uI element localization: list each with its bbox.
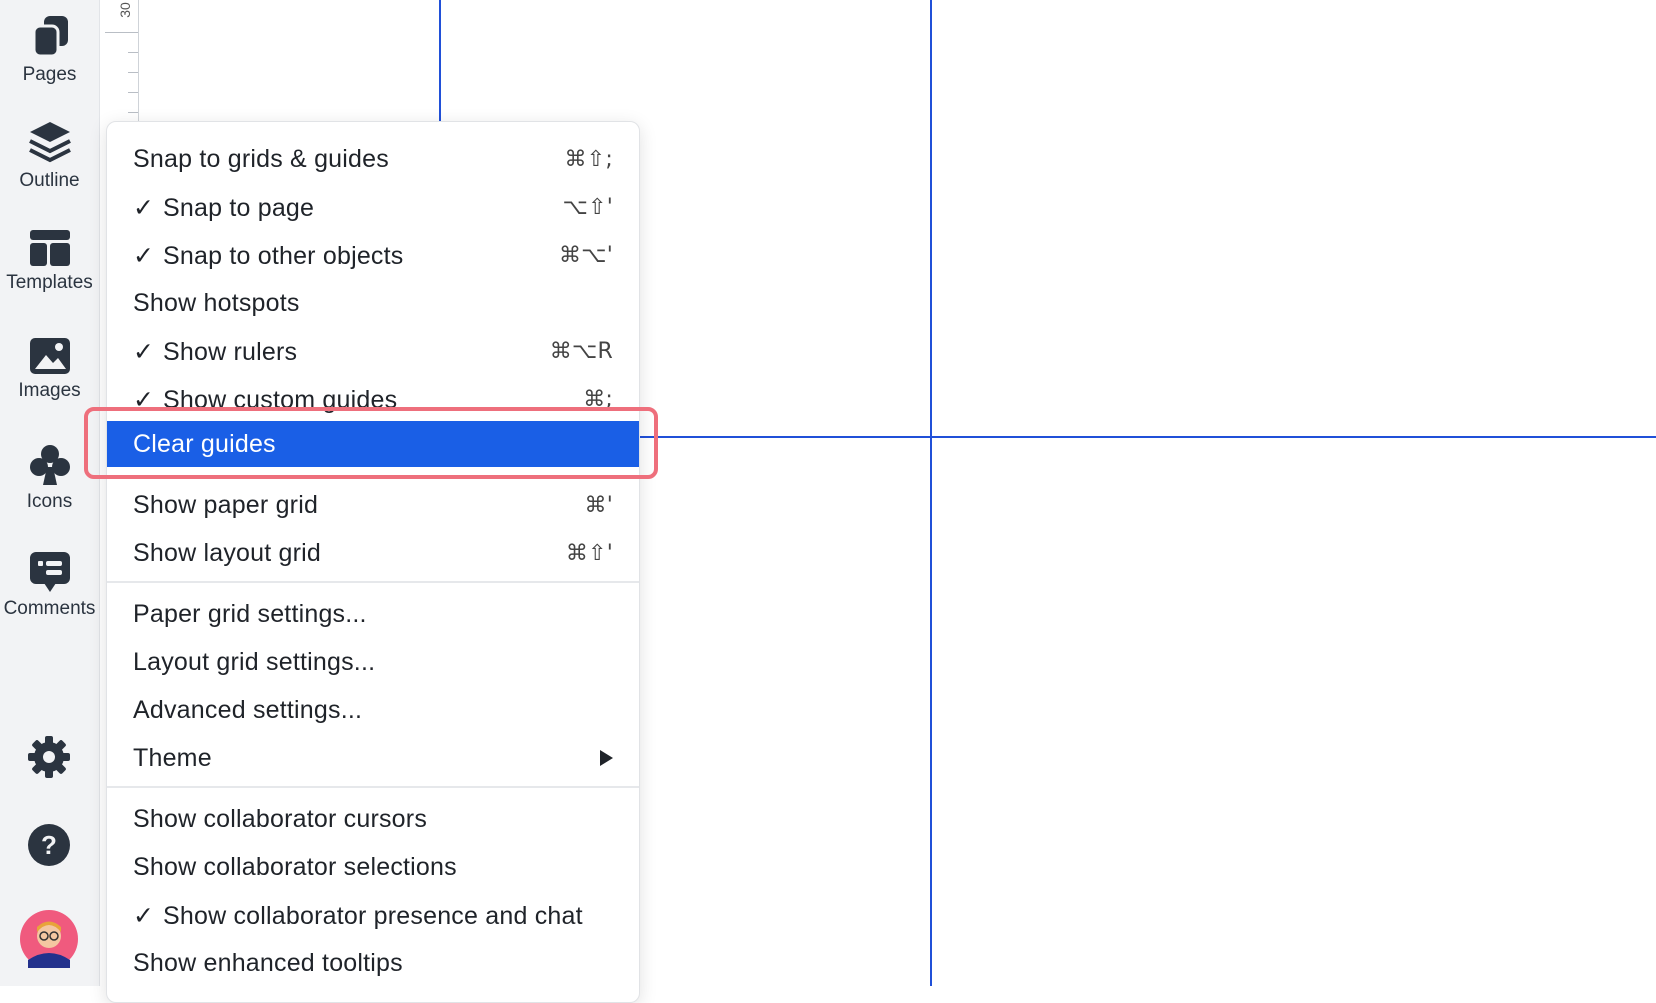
checkmark-icon: ✓ xyxy=(133,902,155,930)
menu-item-label: Clear guides xyxy=(133,430,276,458)
sidebar-item-outline[interactable]: Outline xyxy=(0,120,99,192)
vertical-guide[interactable] xyxy=(930,0,932,986)
menu-item-layout-grid-settings[interactable]: Layout grid settings... xyxy=(107,639,639,685)
menu-item-shortcut: ⌘⌥' xyxy=(559,243,613,268)
menu-item-label: Show collaborator presence and chat xyxy=(163,902,583,930)
menu-item-advanced-settings[interactable]: Advanced settings... xyxy=(107,687,639,733)
menu-item-label: Show custom guides xyxy=(163,386,398,414)
ruler-tick xyxy=(128,92,138,93)
ruler-label: 30 xyxy=(117,2,133,18)
sidebar-item-comments[interactable]: Comments xyxy=(0,550,99,620)
menu-item-show-layout-grid[interactable]: Show layout grid ⌘⇧' xyxy=(107,530,639,576)
menu-item-label: Snap to other objects xyxy=(163,242,404,270)
club-icon xyxy=(29,445,70,485)
menu-item-show-paper-grid[interactable]: Show paper grid ⌘' xyxy=(107,482,639,528)
checkmark-icon: ✓ xyxy=(133,386,155,414)
menu-item-label: Advanced settings... xyxy=(133,696,363,724)
menu-separator xyxy=(107,581,639,583)
sidebar-item-label: Icons xyxy=(26,491,73,512)
menu-item-shortcut: ⌘⇧; xyxy=(564,147,613,172)
menu-item-label: Layout grid settings... xyxy=(133,648,376,676)
horizontal-guide[interactable] xyxy=(638,436,1656,438)
menu-item-clear-guides[interactable]: Clear guides xyxy=(107,421,639,467)
sidebar-item-templates[interactable]: Templates xyxy=(0,228,99,294)
sidebar-item-label: Pages xyxy=(22,64,77,85)
pages-icon xyxy=(32,16,68,58)
menu-item-show-rulers[interactable]: ✓ Show rulers ⌘⌥R xyxy=(107,328,639,374)
menu-item-snap-to-other-objects[interactable]: ✓ Snap to other objects ⌘⌥' xyxy=(107,232,639,278)
menu-item-theme[interactable]: Theme xyxy=(107,735,639,781)
menu-item-label: Paper grid settings... xyxy=(133,600,367,628)
menu-item-label: Show collaborator cursors xyxy=(133,805,428,833)
menu-separator xyxy=(107,786,639,788)
templates-icon xyxy=(29,230,70,266)
checkmark-icon: ✓ xyxy=(133,242,155,270)
avatar[interactable] xyxy=(20,910,78,968)
menu-item-label: Show paper grid xyxy=(133,491,319,519)
menu-item-label: Show layout grid xyxy=(133,539,322,567)
sidebar-item-label: Images xyxy=(18,380,81,401)
sidebar-item-label: Outline xyxy=(19,170,80,191)
menu-item-paper-grid-settings[interactable]: Paper grid settings... xyxy=(107,591,639,637)
submenu-arrow-icon xyxy=(600,750,613,766)
comment-icon xyxy=(29,552,70,592)
gear-icon[interactable] xyxy=(27,735,71,779)
menu-item-label: Show collaborator selections xyxy=(133,853,457,881)
sidebar-item-label: Templates xyxy=(6,272,93,293)
svg-text:?: ? xyxy=(41,830,57,860)
menu-item-show-collaborator-selections[interactable]: Show collaborator selections xyxy=(107,844,639,890)
menu-item-label: Show enhanced tooltips xyxy=(133,949,403,977)
ruler-tick xyxy=(128,112,138,113)
menu-item-shortcut: ⌘; xyxy=(583,387,613,412)
menu-item-snap-to-page[interactable]: ✓ Snap to page ⌥⇧' xyxy=(107,184,639,230)
menu-item-label: Show rulers xyxy=(163,338,298,366)
ruler-tick xyxy=(128,72,138,73)
sidebar-item-label: Comments xyxy=(3,598,96,619)
layers-icon xyxy=(28,122,71,163)
menu-item-shortcut: ⌘⌥R xyxy=(549,339,613,364)
menu-item-shortcut: ⌘' xyxy=(584,493,613,518)
image-icon xyxy=(29,338,70,374)
view-settings-menu: Snap to grids & guides ⌘⇧; ✓ Snap to page… xyxy=(106,121,640,1003)
vertical-guide[interactable] xyxy=(439,0,441,125)
menu-item-show-collaborator-cursors[interactable]: Show collaborator cursors xyxy=(107,796,639,842)
left-sidebar: Pages Outline Templates Images Icons Com… xyxy=(0,0,100,986)
menu-item-shortcut: ⌥⇧' xyxy=(562,195,613,220)
menu-item-label: Snap to page xyxy=(163,194,315,222)
checkmark-icon: ✓ xyxy=(133,338,155,366)
menu-item-show-custom-guides[interactable]: ✓ Show custom guides ⌘; xyxy=(107,376,639,422)
menu-item-snap-to-grids-guides[interactable]: Snap to grids & guides ⌘⇧; xyxy=(107,136,639,182)
sidebar-item-images[interactable]: Images xyxy=(0,336,99,402)
menu-item-show-hotspots[interactable]: Show hotspots xyxy=(107,280,639,326)
ruler-tick xyxy=(128,52,138,53)
menu-item-label: Show hotspots xyxy=(133,289,300,317)
menu-item-show-enhanced-tooltips[interactable]: Show enhanced tooltips xyxy=(107,940,639,986)
checkmark-icon: ✓ xyxy=(133,194,155,222)
ruler-tick xyxy=(105,32,138,33)
menu-item-label: Theme xyxy=(133,744,212,772)
vertical-ruler[interactable]: 30 xyxy=(105,0,139,140)
menu-item-show-collaborator-presence[interactable]: ✓ Show collaborator presence and chat xyxy=(107,892,639,938)
menu-item-label: Snap to grids & guides xyxy=(133,145,389,173)
sidebar-item-pages[interactable]: Pages xyxy=(0,12,99,86)
help-icon[interactable]: ? xyxy=(27,823,71,867)
menu-item-shortcut: ⌘⇧' xyxy=(565,541,613,566)
sidebar-item-icons[interactable]: Icons xyxy=(0,443,99,513)
